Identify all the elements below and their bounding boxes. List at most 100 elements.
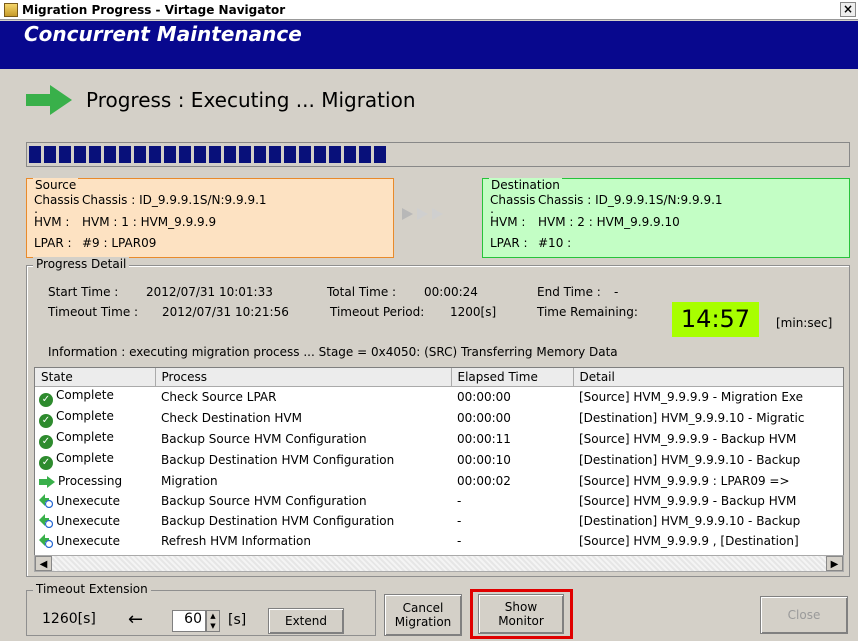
spin-up-icon[interactable]: ▲: [207, 611, 219, 621]
table-row[interactable]: Processing Migration 00:00:02 [Source] HVM_…: [35, 471, 843, 491]
timeout-period-value: 1200[s]: [450, 305, 497, 319]
progress-segment: [59, 146, 71, 163]
start-time-label: Start Time :: [48, 285, 119, 299]
end-time-value: -: [614, 285, 619, 299]
state-text: Unexecute: [56, 493, 120, 508]
cell-elapsed: 00:00:11: [457, 432, 511, 446]
progress-segment: [29, 146, 41, 163]
migration-progress-bar: [26, 142, 850, 167]
value: #10 :: [538, 236, 572, 250]
table-row[interactable]: ✓ Complete Backup Destination HVM Configur…: [35, 450, 843, 471]
state-text: Complete: [56, 429, 114, 444]
scroll-left-icon[interactable]: ◀: [35, 556, 52, 571]
cell-elapsed: 00:00:10: [457, 453, 511, 467]
state-text: Complete: [56, 387, 114, 402]
state-text: Unexecute: [56, 513, 120, 528]
pending-icon: [39, 513, 53, 528]
timeout-spinner[interactable]: ▲ ▼: [206, 610, 220, 632]
column-header-elapsed[interactable]: Elapsed Time: [451, 368, 574, 387]
cell-state: Unexecute: [35, 511, 155, 531]
progress-segment: [299, 146, 311, 163]
horizontal-scrollbar[interactable]: ◀ ▶: [34, 555, 844, 572]
cell-detail: [Source] HVM_9.9.9.9 - Backup HVM: [579, 493, 797, 508]
dest-lpar-row: LPAR : #10 :: [490, 236, 571, 250]
progress-detail-legend: Progress Detail: [33, 257, 130, 271]
table-row[interactable]: ✓ Complete Check Destination HVM 00:00:00 [D…: [35, 408, 843, 429]
cancel-migration-button[interactable]: Cancel Migration: [384, 594, 462, 636]
column-header-process[interactable]: Process: [155, 368, 452, 387]
timeout-time-value: 2012/07/31 10:21:56: [162, 305, 289, 319]
destination-panel: Destination Chassis : Chassis : ID_9.9.9.…: [482, 178, 850, 258]
label: HVM :: [490, 215, 526, 229]
value: HVM : 2 : HVM_9.9.9.10: [538, 215, 680, 229]
cell-process: Migration: [161, 473, 218, 488]
cell-state: ✓ Complete: [35, 408, 155, 429]
label: HVM :: [34, 215, 70, 229]
cell-state: ✓ Complete: [35, 450, 155, 471]
state-text: Processing: [58, 473, 123, 488]
arrow-left-icon: ←: [128, 609, 144, 630]
progress-segment: [209, 146, 221, 163]
table-row[interactable]: Unexecute Refresh HVM Information - [Source…: [35, 531, 843, 551]
total-time-label: Total Time :: [327, 285, 397, 299]
cell-detail: [Source] HVM_9.9.9.9 - Backup HVM: [579, 432, 797, 446]
check-circle-icon: ✓: [39, 434, 53, 449]
cell-elapsed: -: [457, 513, 462, 528]
cell-state: ✓ Complete: [35, 429, 155, 450]
current-timeout-value: 1260[s]: [42, 611, 96, 627]
source-panel: Source Chassis : Chassis : ID_9.9.9.1S/N:…: [26, 178, 394, 258]
table-row[interactable]: Unexecute Backup Source HVM Configuration…: [35, 491, 843, 511]
cell-detail: [Source] HVM_9.9.9.9 , [Destination]: [579, 533, 799, 548]
pending-icon: [39, 533, 53, 548]
state-text: Complete: [56, 450, 114, 465]
progress-segment: [164, 146, 176, 163]
spin-down-icon[interactable]: ▼: [207, 621, 219, 631]
column-header-state[interactable]: State: [35, 368, 156, 387]
cell-detail: [Source] HVM_9.9.9.9 - Migration Exe: [579, 390, 804, 404]
column-header-detail[interactable]: Detail: [573, 368, 843, 387]
arrow-right-icon: [39, 475, 55, 488]
source-lpar-row: LPAR : #9 : LPAR09: [34, 236, 156, 250]
state-text: Complete: [56, 408, 114, 423]
check-circle-icon: ✓: [39, 455, 53, 470]
progress-segment: [194, 146, 206, 163]
transfer-arrows-icon: [402, 208, 443, 220]
scroll-track[interactable]: [52, 556, 826, 571]
window-title: Migration Progress - Virtage Navigator: [22, 2, 286, 17]
table-row[interactable]: ✓ Complete Check Source LPAR 00:00:00 [Sourc…: [35, 386, 843, 408]
progress-segment: [89, 146, 101, 163]
extend-button[interactable]: Extend: [268, 608, 344, 634]
timeout-extension-input[interactable]: 60: [172, 610, 206, 632]
cell-process: Check Destination HVM: [161, 411, 302, 425]
cell-detail: [Destination] HVM_9.9.9.10 - Backup: [579, 453, 801, 467]
state-text: Unexecute: [56, 533, 120, 548]
progress-segment: [284, 146, 296, 163]
cell-process: Backup Destination HVM Configuration: [161, 453, 395, 467]
end-time-label: End Time :: [537, 285, 601, 299]
cell-state: Unexecute: [35, 491, 155, 511]
scroll-right-icon[interactable]: ▶: [826, 556, 843, 571]
progress-segment: [314, 146, 326, 163]
cell-process: Backup Destination HVM Configuration: [161, 513, 395, 528]
progress-segment: [179, 146, 191, 163]
progress-segment: [224, 146, 236, 163]
cell-process: Check Source LPAR: [161, 390, 277, 404]
timeout-unit: [s]: [228, 612, 247, 628]
close-button[interactable]: Close: [760, 596, 848, 634]
process-table[interactable]: State Process Elapsed Time Detail ✓ Compl…: [34, 367, 844, 572]
cell-state: Unexecute: [35, 531, 155, 551]
cell-process: Backup Source HVM Configuration: [161, 493, 367, 508]
table-row[interactable]: ✓ Complete Backup Source HVM Configuration…: [35, 429, 843, 450]
time-remaining-unit: [min:sec]: [776, 316, 833, 330]
progress-segment: [134, 146, 146, 163]
label: LPAR :: [490, 236, 528, 250]
source-hvm-row: HVM : HVM : 1 : HVM_9.9.9.9: [34, 215, 216, 229]
progress-segment: [44, 146, 56, 163]
timeout-extension-legend: Timeout Extension: [33, 582, 151, 596]
close-window-button[interactable]: ×: [840, 2, 856, 17]
time-remaining-label: Time Remaining:: [537, 305, 638, 319]
pending-icon: [39, 493, 53, 508]
value: HVM : 1 : HVM_9.9.9.9: [82, 215, 217, 229]
progress-segment: [239, 146, 251, 163]
table-row[interactable]: Unexecute Backup Destination HVM Configur…: [35, 511, 843, 531]
